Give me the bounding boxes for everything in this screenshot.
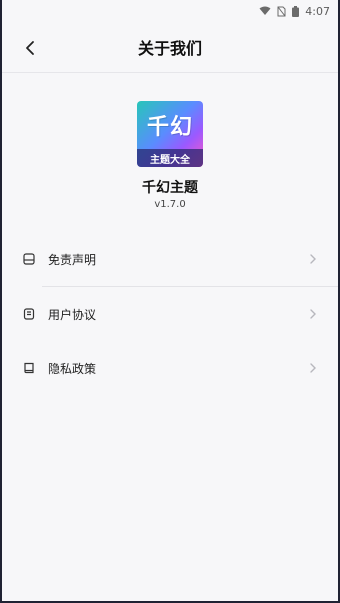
status-time: 4:07: [305, 4, 330, 18]
no-sim-icon: [277, 6, 286, 16]
menu-item-user-agreement[interactable]: 用户协议: [0, 287, 340, 341]
menu-list: 免责声明 用户协议 隐私政策: [0, 232, 340, 395]
battery-icon: [292, 5, 300, 17]
app-logo: 千幻 主题大全: [137, 101, 203, 167]
status-icons: [259, 5, 300, 17]
page-title: 关于我们: [137, 39, 202, 58]
back-arrow-icon: [26, 41, 34, 55]
back-button[interactable]: [16, 34, 44, 62]
wifi-icon: [259, 6, 271, 15]
app-version: v1.7.0: [154, 199, 186, 210]
privacy-icon: [22, 361, 36, 375]
menu-item-privacy-policy[interactable]: 隐私政策: [0, 341, 340, 395]
chevron-right-icon: [308, 363, 318, 373]
menu-item-label: 用户协议: [48, 307, 97, 322]
header: 关于我们: [0, 22, 340, 73]
app-name: 千幻主题: [142, 180, 198, 196]
menu-item-label: 隐私政策: [48, 361, 97, 376]
menu-item-label: 免责声明: [48, 252, 97, 267]
menu-item-disclaimer[interactable]: 免责声明: [0, 232, 340, 286]
disclaimer-icon: [22, 252, 36, 266]
logo-title-text: 千幻: [146, 115, 193, 140]
agreement-icon: [22, 307, 36, 321]
logo-band-text: 主题大全: [137, 149, 203, 167]
app-info: 千幻 主题大全 千幻主题 v1.7.0: [0, 73, 340, 210]
status-bar: 4:07: [0, 0, 340, 22]
chevron-right-icon: [308, 254, 318, 264]
chevron-right-icon: [308, 309, 318, 319]
